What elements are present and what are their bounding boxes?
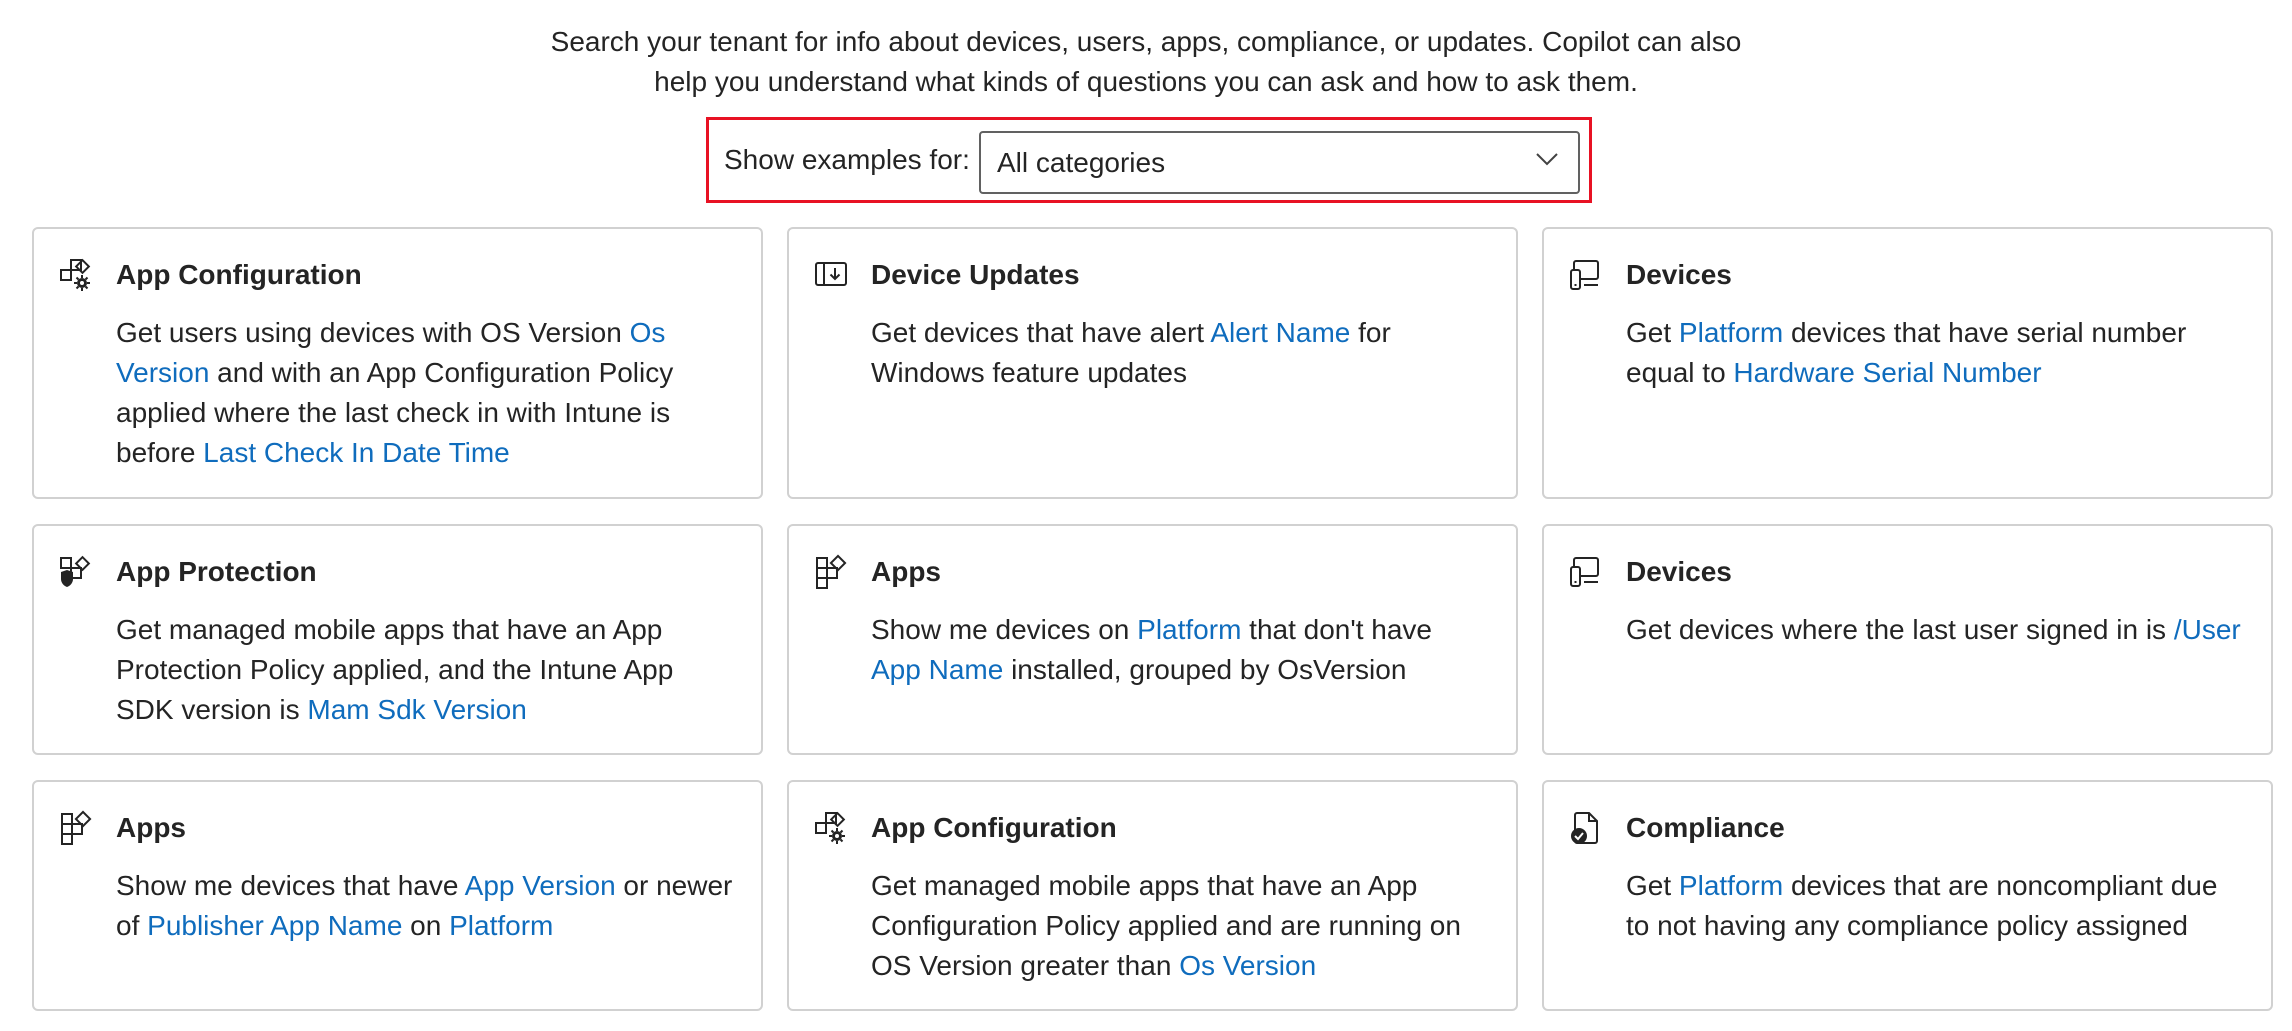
description-text: Get (1626, 870, 1679, 901)
app-configuration-icon (813, 810, 851, 846)
card-description: Get devices that have alert Alert Name f… (871, 313, 1488, 393)
description-text: Get (1626, 317, 1679, 348)
devices-icon (1568, 554, 1606, 590)
device-updates-icon (813, 257, 851, 293)
apps-icon (813, 554, 851, 590)
card-description: Get users using devices with OS Version … (116, 313, 733, 473)
compliance-icon (1568, 810, 1606, 846)
example-card[interactable]: Devices Get devices where the last user … (1542, 524, 2273, 755)
description-text: on (402, 910, 450, 941)
card-title: Compliance (1626, 812, 1785, 843)
parameter-token[interactable]: Platform (1137, 614, 1241, 645)
parameter-token[interactable]: App Name (270, 910, 402, 941)
parameter-token[interactable]: /User (2174, 614, 2241, 645)
parameter-token[interactable]: Alert Name (1210, 317, 1350, 348)
description-text: Get users using devices with OS Version (116, 317, 630, 348)
parameter-token[interactable]: App Name (871, 654, 1003, 685)
card-title: Apps (871, 556, 941, 587)
parameter-token[interactable]: Last Check In Date Time (203, 437, 510, 468)
description-text: Get managed mobile apps that have an App… (871, 870, 1461, 981)
card-description: Get devices where the last user signed i… (1626, 610, 2243, 650)
intro-text: Search your tenant for info about device… (0, 22, 2292, 102)
description-text: installed, grouped by OsVersion (1003, 654, 1407, 685)
example-card[interactable]: Device Updates Get devices that have ale… (787, 227, 1518, 499)
category-dropdown-value: All categories (997, 146, 1166, 178)
card-title: Apps (116, 812, 186, 843)
description-text: Get devices that have alert (871, 317, 1211, 348)
parameter-token[interactable]: Platform (1679, 317, 1783, 348)
card-description: Get managed mobile apps that have an App… (871, 866, 1488, 986)
example-cards-grid: App Configuration Get users using device… (32, 227, 2273, 1011)
card-description: Get Platform devices that have serial nu… (1626, 313, 2243, 393)
description-text: Show me devices on (871, 614, 1138, 645)
category-dropdown[interactable]: All categories (979, 131, 1580, 194)
parameter-token[interactable]: Mam Sdk Version (307, 694, 526, 725)
parameter-token[interactable]: App Version (465, 870, 616, 901)
apps-icon (58, 810, 96, 846)
card-description: Get Platform devices that are noncomplia… (1626, 866, 2243, 946)
example-card[interactable]: Apps Show me devices on Platform that do… (787, 524, 1518, 755)
card-title: App Configuration (116, 259, 362, 290)
example-card[interactable]: Devices Get Platform devices that have s… (1542, 227, 2273, 499)
app-configuration-icon (58, 257, 96, 293)
app-protection-icon (58, 554, 96, 590)
example-card[interactable]: Apps Show me devices that have App Versi… (32, 780, 763, 1011)
card-title: App Protection (116, 556, 317, 587)
devices-icon (1568, 257, 1606, 293)
card-description: Show me devices that have App Version or… (116, 866, 733, 946)
card-title: App Configuration (871, 812, 1117, 843)
filter-label: Show examples for: (724, 144, 970, 175)
description-text: Get devices where the last user signed i… (1626, 614, 2174, 645)
card-description: Show me devices on Platform that don't h… (871, 610, 1488, 690)
card-title: Device Updates (871, 259, 1080, 290)
parameter-token[interactable]: Publisher (147, 910, 264, 941)
description-text: Show me devices that have (116, 870, 465, 901)
example-card[interactable]: App Configuration Get users using device… (32, 227, 763, 499)
chevron-down-icon (1532, 144, 1562, 181)
card-title: Devices (1626, 259, 1732, 290)
intro-line-1: Search your tenant for info about device… (550, 26, 1742, 57)
card-description: Get managed mobile apps that have an App… (116, 610, 733, 730)
example-card[interactable]: App Configuration Get managed mobile app… (787, 780, 1518, 1011)
card-title: Devices (1626, 556, 1732, 587)
parameter-token[interactable]: Hardware Serial Number (1733, 357, 2041, 388)
example-card[interactable]: App Protection Get managed mobile apps t… (32, 524, 763, 755)
parameter-token[interactable]: Platform (449, 910, 553, 941)
example-card[interactable]: Compliance Get Platform devices that are… (1542, 780, 2273, 1011)
description-text: that don't have (1241, 614, 1432, 645)
intro-line-2: help you understand what kinds of questi… (654, 66, 1638, 97)
parameter-token[interactable]: Os Version (1179, 950, 1316, 981)
parameter-token[interactable]: Platform (1679, 870, 1783, 901)
